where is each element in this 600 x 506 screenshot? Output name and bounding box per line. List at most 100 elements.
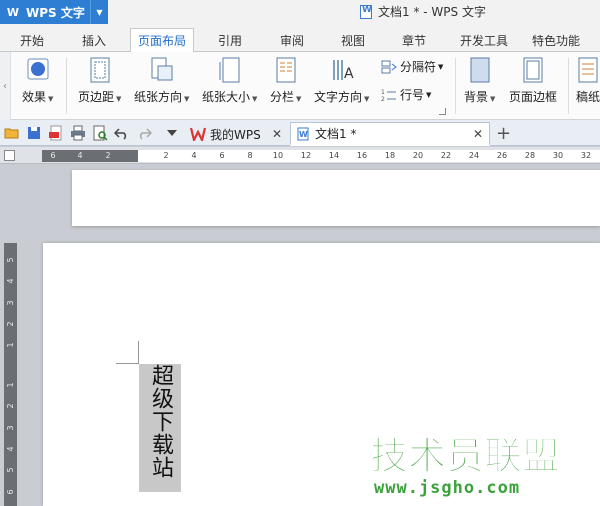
previous-page	[72, 170, 600, 226]
paper-size-icon	[218, 56, 242, 84]
ruler-number: 4	[6, 446, 15, 452]
close-icon[interactable]: ✕	[272, 127, 282, 141]
selected-text-block[interactable]: 超级下载站	[139, 364, 181, 492]
background-label: 背景	[464, 90, 489, 104]
tab-developer[interactable]: 开发工具	[452, 29, 516, 52]
svg-text:2: 2	[381, 96, 385, 102]
tab-references[interactable]: 引用	[210, 29, 250, 52]
orientation-icon	[150, 56, 174, 84]
tab-stop-selector[interactable]	[4, 150, 15, 161]
tab-section[interactable]: 章节	[394, 29, 434, 52]
tab-view[interactable]: 视图	[333, 29, 373, 52]
breaks-icon	[381, 60, 397, 74]
wps-logo-icon: W	[6, 5, 20, 19]
ribbon-divider	[455, 58, 456, 114]
site-watermark: 技术员联盟 www.jsgho.com	[370, 436, 570, 506]
background-button[interactable]: 背景 ▼	[464, 56, 495, 105]
customize-toolbar-icon[interactable]	[166, 128, 182, 144]
margins-icon	[88, 56, 112, 84]
ruler-number: 28	[524, 151, 536, 160]
ruler-number: 8	[247, 151, 253, 160]
document-icon: W	[296, 127, 310, 141]
ruler-number: 6	[219, 151, 225, 160]
text-direction-icon: A	[330, 56, 354, 84]
window-title-text: 文档1 * - WPS 文字	[378, 5, 486, 19]
window-title: 文档1 * - WPS 文字	[360, 3, 486, 20]
app-menu-button[interactable]: W WPS 文字 ▼	[0, 0, 108, 24]
doc-tab-my-wps[interactable]: 我的WPS ✕	[186, 122, 288, 146]
margins-label: 页边距	[78, 90, 115, 104]
ruler-number: 16	[356, 151, 368, 160]
ruler-number: 6	[6, 489, 15, 495]
ruler-number: 2	[163, 151, 169, 160]
tab-review[interactable]: 审阅	[272, 29, 312, 52]
page-border-label: 页面边框	[509, 90, 558, 104]
print-icon[interactable]	[70, 125, 86, 141]
line-numbers-button[interactable]: 12 行号 ▼	[381, 86, 431, 103]
open-folder-icon[interactable]	[4, 125, 20, 141]
new-tab-plus-icon[interactable]: +	[496, 123, 511, 144]
ruler-number: 5	[6, 257, 15, 263]
horizontal-ruler[interactable]: 6 4 2 2 4 6 8 10 12 14 16 18 20 22 24 26…	[0, 147, 600, 164]
undo-icon[interactable]	[114, 125, 130, 141]
ruler-number: 26	[496, 151, 508, 160]
margin-corner-mark	[138, 341, 139, 363]
tab-page-layout[interactable]: 页面布局	[130, 28, 194, 52]
background-icon	[468, 56, 492, 84]
ruler-number: 12	[300, 151, 312, 160]
save-icon[interactable]	[26, 125, 42, 141]
paper-size-button[interactable]: 纸张大小 ▼	[202, 56, 257, 105]
ruler-number: 1	[6, 342, 15, 348]
effects-icon	[26, 56, 50, 84]
manuscript-paper-button[interactable]: 稿纸	[576, 56, 600, 105]
ribbon-divider	[66, 58, 67, 114]
tab-home[interactable]: 开始	[12, 29, 52, 52]
orientation-button[interactable]: 纸张方向 ▼	[134, 56, 189, 105]
breaks-button[interactable]: 分隔符 ▼	[381, 58, 443, 75]
columns-icon	[274, 56, 298, 84]
line-numbers-label: 行号	[400, 88, 425, 102]
page-setup-launcher-icon[interactable]	[439, 108, 446, 115]
ruler-number: 4	[77, 151, 83, 160]
tab-special-features[interactable]: 特色功能	[524, 29, 588, 52]
manuscript-paper-icon	[576, 56, 600, 84]
tab-insert[interactable]: 插入	[74, 29, 114, 52]
columns-button[interactable]: 分栏 ▼	[270, 56, 301, 105]
close-icon[interactable]: ✕	[473, 127, 483, 141]
menu-tab-bar: 开始 插入 页面布局 引用 审阅 视图 章节 开发工具 特色功能	[0, 24, 600, 52]
watermark-url: www.jsgho.com	[374, 478, 521, 498]
quick-access-bar: 我的WPS ✕ W 文档1 * ✕ +	[0, 120, 600, 146]
text-direction-button[interactable]: A 文字方向 ▼	[314, 56, 369, 105]
redo-icon[interactable]	[136, 125, 152, 141]
ruler-number: 4	[6, 278, 15, 284]
page-border-icon	[521, 56, 545, 84]
watermark-title: 技术员联盟	[370, 434, 561, 478]
ruler-number: 4	[191, 151, 197, 160]
breaks-label: 分隔符	[400, 60, 437, 74]
orientation-label: 纸张方向	[134, 90, 183, 104]
ruler-number: 10	[272, 151, 284, 160]
ruler-number: 3	[6, 300, 15, 306]
ruler-number: 24	[468, 151, 480, 160]
margin-corner-mark	[116, 363, 139, 364]
ruler-number: 20	[412, 151, 424, 160]
print-preview-icon[interactable]	[92, 125, 108, 141]
page-border-button[interactable]: 页面边框	[509, 56, 557, 105]
vertical-text[interactable]: 超级下载站	[139, 364, 181, 492]
ribbon-scroll-left-icon[interactable]: ‹	[0, 52, 11, 120]
wps-home-icon	[190, 127, 206, 141]
effects-button[interactable]: 效果 ▼	[22, 56, 53, 105]
export-pdf-icon[interactable]	[48, 125, 64, 141]
title-bar: W WPS 文字 ▼ 文档1 * - WPS 文字	[0, 0, 600, 24]
line-numbers-icon: 12	[381, 88, 397, 102]
doc-tab-document1[interactable]: W 文档1 * ✕	[290, 122, 490, 146]
document-icon	[360, 4, 372, 19]
text-direction-label: 文字方向	[314, 90, 363, 104]
chevron-down-icon[interactable]: ▼	[90, 0, 108, 24]
margins-button[interactable]: 页边距 ▼	[78, 56, 121, 105]
svg-text:1: 1	[381, 89, 385, 96]
vertical-ruler[interactable]: 5 4 3 2 1 1 2 3 4 5 6	[4, 243, 17, 506]
ruler-number: 2	[6, 321, 15, 327]
doc-tab-label: 我的WPS	[210, 127, 261, 142]
ruler-number: 32	[580, 151, 592, 160]
